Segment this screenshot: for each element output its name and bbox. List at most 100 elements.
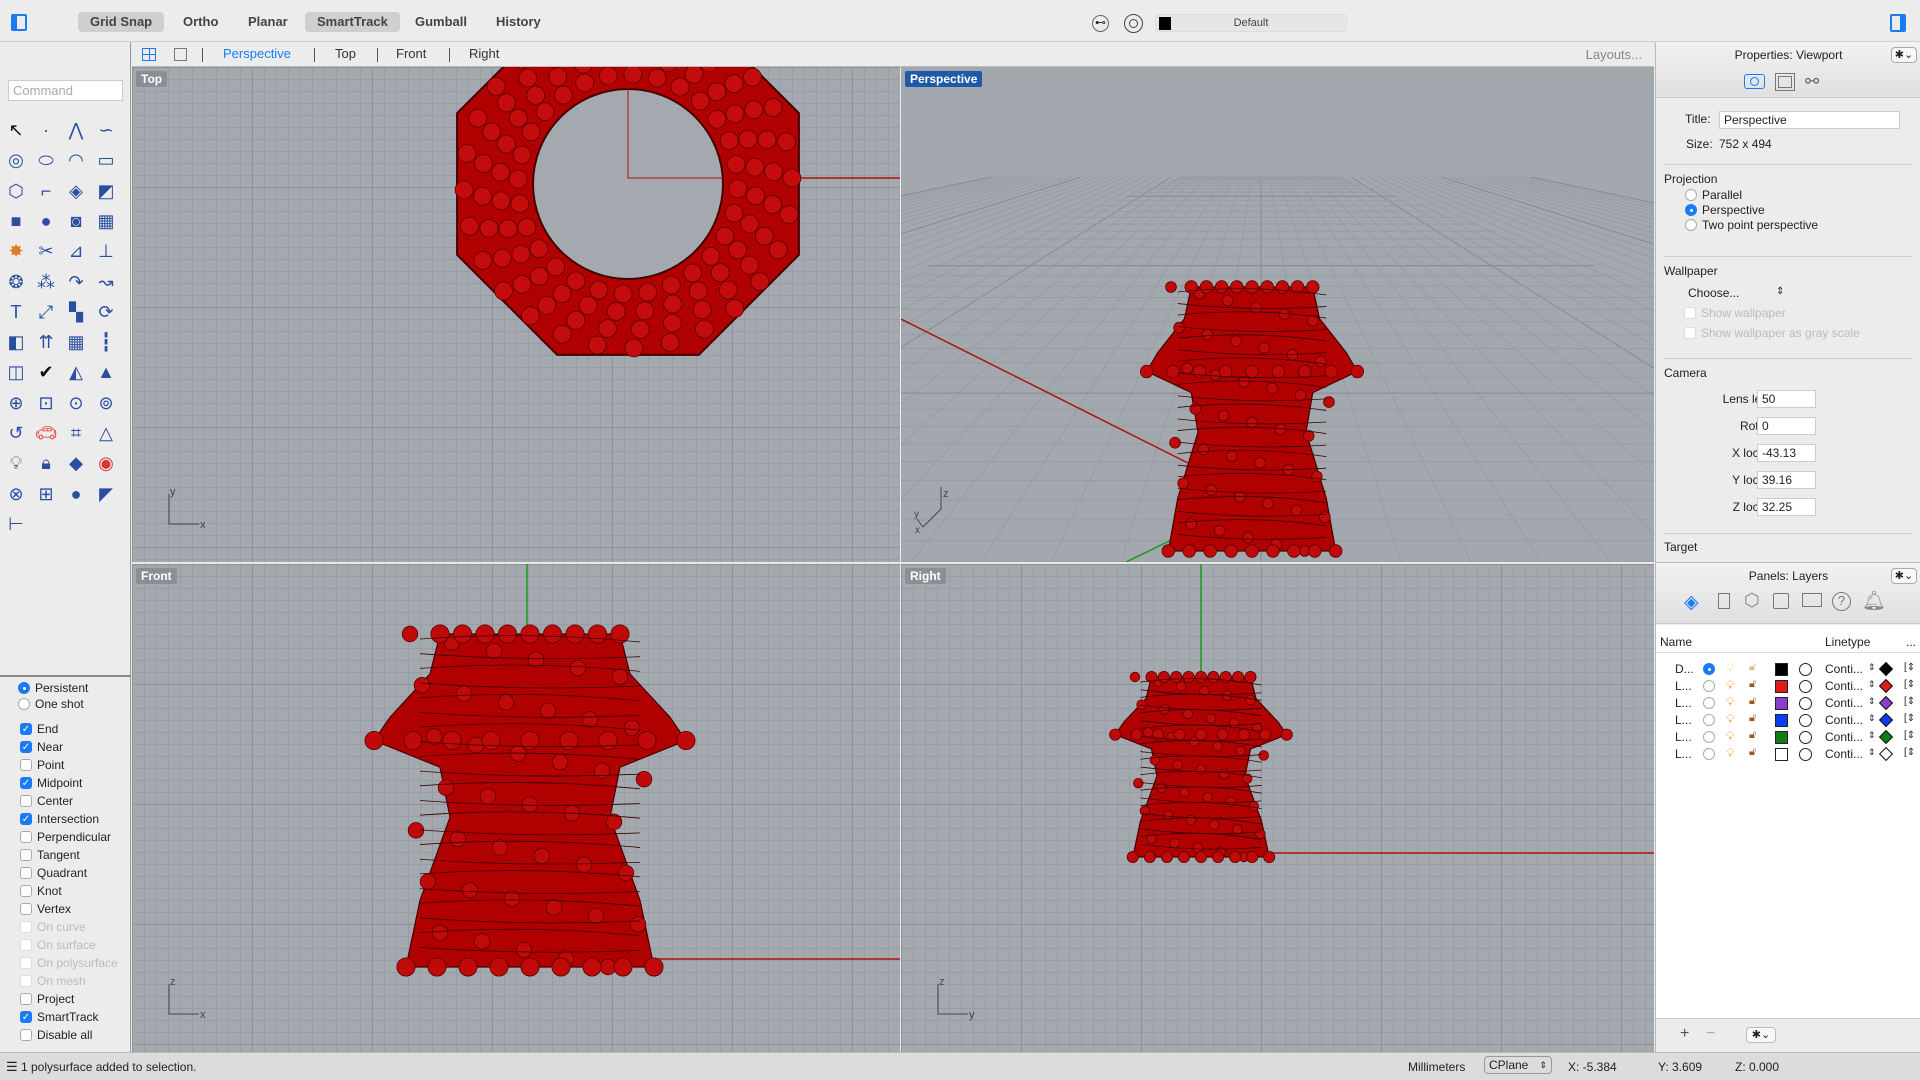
print-width-icon[interactable]: [⇕ bbox=[1904, 662, 1915, 673]
lightbulb-icon[interactable]: 💡︎ bbox=[1726, 678, 1734, 693]
snap-near[interactable]: ✓ Near bbox=[20, 740, 63, 754]
surface-from-points-icon[interactable]: ◈ bbox=[63, 178, 89, 204]
show-gray-checkbox[interactable]: Show wallpaper as gray scale bbox=[1684, 326, 1860, 340]
current-layer-radio[interactable] bbox=[1703, 680, 1715, 692]
spot-light-icon[interactable]: ◤ bbox=[93, 481, 119, 507]
lock-icon[interactable]: 🔓︎ bbox=[1749, 746, 1756, 759]
current-layer-radio[interactable] bbox=[1703, 714, 1715, 726]
select-arrow-icon[interactable]: ↖ bbox=[3, 117, 29, 143]
layers-icon[interactable]: ◈ bbox=[1684, 591, 1699, 614]
zoom-in-icon[interactable]: ⊕ bbox=[3, 390, 29, 416]
lock-icon[interactable]: 🔓︎ bbox=[1749, 661, 1756, 674]
checkbox[interactable] bbox=[20, 957, 32, 969]
lock-icon[interactable]: 🔓︎ bbox=[1749, 712, 1756, 725]
material-circle-icon[interactable] bbox=[1799, 663, 1812, 676]
curve-icon[interactable]: ∽ bbox=[93, 117, 119, 143]
print-width-icon[interactable]: [⇕ bbox=[1904, 713, 1915, 724]
lightbulb-icon[interactable]: 💡︎ bbox=[1726, 746, 1734, 761]
layer-name[interactable]: L... bbox=[1675, 730, 1692, 744]
layer-name[interactable]: D... bbox=[1675, 662, 1694, 676]
camera-lens-length-field[interactable]: 50 bbox=[1757, 390, 1816, 408]
layer-linetype[interactable]: Conti... bbox=[1825, 713, 1863, 727]
checkbox[interactable]: ✓ bbox=[20, 777, 32, 789]
print-width-icon[interactable]: [⇕ bbox=[1904, 679, 1915, 690]
grouped-shapes-icon[interactable]: △ bbox=[93, 420, 119, 446]
layer-name[interactable]: L... bbox=[1675, 696, 1692, 710]
layer-name[interactable]: L... bbox=[1675, 713, 1692, 727]
lock-icon[interactable]: 🔓︎ bbox=[1749, 729, 1756, 742]
display-icon[interactable] bbox=[1802, 593, 1822, 607]
circle-icon[interactable]: ◎ bbox=[3, 147, 29, 173]
layer-name[interactable]: L... bbox=[1675, 747, 1692, 761]
checkbox[interactable] bbox=[20, 993, 32, 1005]
solid-tools-icon[interactable]: ◧ bbox=[3, 329, 29, 355]
light-pyramid-icon[interactable]: ▲ bbox=[93, 359, 119, 385]
document-icon[interactable] bbox=[1718, 593, 1730, 609]
layer-linetype[interactable]: Conti... bbox=[1825, 747, 1863, 761]
properties-gear-icon[interactable]: ✱⌄ bbox=[1891, 47, 1917, 63]
current-layer-radio[interactable] bbox=[1703, 697, 1715, 709]
render-sphere-icon[interactable]: ● bbox=[63, 481, 89, 507]
arc-icon[interactable]: ◠ bbox=[63, 147, 89, 173]
viewport-top[interactable]: Top y x bbox=[132, 67, 900, 562]
snap-intersection[interactable]: ✓ Intersection bbox=[20, 812, 99, 826]
array-icon[interactable]: ▚ bbox=[63, 299, 89, 325]
current-layer-radio[interactable] bbox=[1703, 731, 1715, 743]
snap-on-polysurface[interactable]: On polysurface bbox=[20, 956, 118, 970]
current-layer-radio[interactable] bbox=[1703, 748, 1715, 760]
zoom-window-icon[interactable]: ⊡ bbox=[33, 390, 59, 416]
light-icon[interactable]: 💡︎ bbox=[3, 450, 29, 476]
extend-icon[interactable]: ⊥ bbox=[93, 238, 119, 264]
current-layer-radio[interactable] bbox=[1703, 663, 1715, 675]
radio-button[interactable] bbox=[1685, 204, 1697, 216]
snap-disable-all[interactable]: Disable all bbox=[20, 1028, 92, 1042]
material-circle-icon[interactable] bbox=[1799, 748, 1812, 761]
layer-linetype[interactable]: Conti... bbox=[1825, 730, 1863, 744]
material-circle-icon[interactable] bbox=[1799, 731, 1812, 744]
tab-right[interactable]: Right bbox=[469, 46, 499, 61]
four-viewports-icon[interactable] bbox=[142, 48, 156, 61]
split-icon[interactable]: ✂ bbox=[33, 238, 59, 264]
link-objects-icon[interactable]: ⚯ bbox=[1805, 72, 1819, 92]
tab-top[interactable]: Top bbox=[335, 46, 356, 61]
snap-knot[interactable]: Knot bbox=[20, 884, 62, 898]
col-name[interactable]: Name bbox=[1660, 635, 1692, 649]
named-cplane-icon[interactable]: ⌗ bbox=[63, 420, 89, 446]
material-circle-icon[interactable] bbox=[1799, 714, 1812, 727]
print-color-diamond-icon[interactable] bbox=[1878, 729, 1894, 745]
curve-on-surface-icon[interactable]: ↷ bbox=[63, 269, 89, 295]
radio-button[interactable] bbox=[18, 682, 30, 694]
units-label[interactable]: Millimeters bbox=[1408, 1060, 1465, 1074]
viewport-label-top[interactable]: Top bbox=[136, 71, 168, 87]
snap-on-mesh[interactable]: On mesh bbox=[20, 974, 86, 988]
ellipse-icon[interactable]: ⬭ bbox=[33, 147, 59, 173]
snap-center[interactable]: Center bbox=[20, 794, 73, 808]
layer-row[interactable]: D... 💡︎ 🔓︎ Conti... ⇕ [⇕ bbox=[1656, 661, 1920, 678]
toggle-planar[interactable]: Planar bbox=[236, 12, 300, 32]
viewport-label-front[interactable]: Front bbox=[136, 568, 177, 584]
snap-perpendicular[interactable]: Perpendicular bbox=[20, 830, 111, 844]
tab-front[interactable]: Front bbox=[396, 46, 426, 61]
lock-icon[interactable]: 🔓︎ bbox=[1749, 678, 1756, 691]
layers-gear-icon[interactable]: ✱⌄ bbox=[1891, 568, 1917, 584]
print-color-diamond-icon[interactable] bbox=[1878, 746, 1894, 762]
dimension-icon[interactable]: ⊢ bbox=[3, 511, 29, 537]
camera-x-location-field[interactable]: -43.13 bbox=[1757, 444, 1816, 462]
single-viewport-icon[interactable] bbox=[174, 48, 187, 61]
checkbox[interactable]: ✓ bbox=[20, 741, 32, 753]
layer-row[interactable]: L... 💡︎ 🔓︎ Conti... ⇕ [⇕ bbox=[1656, 712, 1920, 729]
section-icon[interactable]: ┇ bbox=[93, 329, 119, 355]
array-grid-icon[interactable]: ▦ bbox=[63, 329, 89, 355]
checkbox[interactable]: ✓ bbox=[20, 723, 32, 735]
extrude-surface-icon[interactable]: ◙ bbox=[63, 208, 89, 234]
boolean-shapes-icon[interactable]: ❂ bbox=[3, 269, 29, 295]
viewport-perspective[interactable]: Perspective z y x bbox=[901, 67, 1654, 562]
cube-icon[interactable]: ⬡ bbox=[1744, 590, 1760, 611]
checkbox[interactable] bbox=[20, 831, 32, 843]
material-circle-icon[interactable] bbox=[1799, 697, 1812, 710]
sphere-shaded-icon[interactable]: ⊗ bbox=[3, 481, 29, 507]
snap-midpoint[interactable]: ✓ Midpoint bbox=[20, 776, 82, 790]
zoom-selected-icon[interactable]: ⊚ bbox=[93, 390, 119, 416]
help-icon[interactable]: ? bbox=[1832, 592, 1851, 611]
zoom-extents-icon[interactable]: ⊙ bbox=[63, 390, 89, 416]
